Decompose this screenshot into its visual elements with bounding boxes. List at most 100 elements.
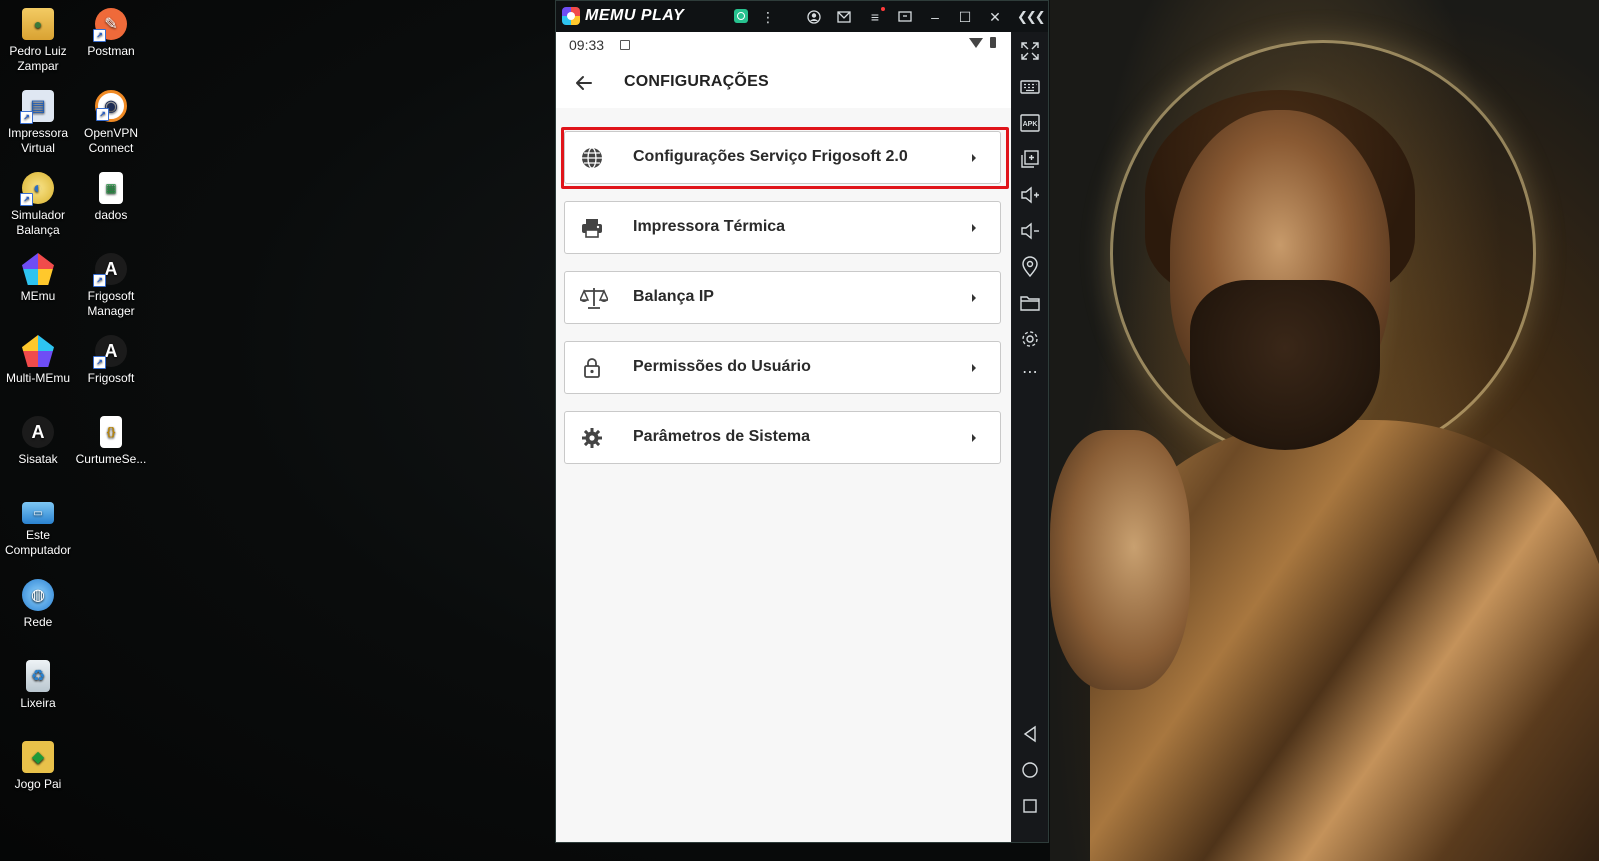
memu-title-bar[interactable]: MEMU PLAY ⋮ ≡ – ☐ ✕ ❮❮❮	[556, 1, 1048, 32]
desktop-icon-label: Lixeira	[20, 696, 56, 710]
desktop-icon-label: MEmu	[20, 289, 56, 303]
python-icon: ◐ ↗	[20, 172, 54, 206]
desktop-icon-label: Connect	[88, 141, 134, 155]
wallpaper-painting	[1050, 0, 1599, 861]
close-icon[interactable]: ✕	[984, 6, 1006, 28]
desktop-icon-lixeira[interactable]: ♻ Lixeira	[0, 660, 76, 711]
volume-down-icon[interactable]	[1018, 219, 1042, 243]
menu-item-permissoes-usuario[interactable]: Permissões do Usuário	[564, 341, 1001, 394]
menu-item-parametros-sistema[interactable]: Parâmetros de Sistema	[564, 411, 1001, 464]
desktop-icon-label: CurtumeSe...	[75, 452, 147, 466]
more-vertical-icon[interactable]: ⋮	[757, 6, 779, 28]
more-horizontal-icon[interactable]: ⋯	[1018, 363, 1042, 387]
recycle-bin-icon: ♻	[26, 660, 50, 692]
desktop-icon-dados[interactable]: ▦ dados	[73, 172, 149, 223]
frigosoft-manager-icon: A ↗	[93, 253, 127, 287]
menu-item-label: Configurações Serviço Frigosoft 2.0	[633, 148, 908, 165]
nav-home-icon[interactable]	[1018, 758, 1042, 782]
frigosoft-icon: A ↗	[93, 335, 127, 369]
spreadsheet-icon: ▦	[99, 172, 123, 204]
volume-up-icon[interactable]	[1018, 183, 1042, 207]
menu-item-impressora-termica[interactable]: Impressora Térmica	[564, 201, 1001, 254]
chevron-right-icon	[972, 364, 976, 372]
desktop-icon-sisatak[interactable]: A Sisatak	[0, 416, 76, 467]
desktop-icon-openvpn[interactable]: ◉ ↗ OpenVPN Connect	[73, 90, 149, 156]
desktop-icon-label: Jogo Pai	[14, 777, 62, 791]
menu-item-label: Permissões do Usuário	[633, 358, 811, 375]
desktop-icon-label: Balança	[16, 223, 60, 237]
desktop-icon-rede[interactable]: ◍ Rede	[0, 579, 76, 630]
desktop-icon-multi-memu[interactable]: Multi-MEmu	[0, 335, 76, 386]
desktop-icon-label: Impressora	[7, 126, 69, 140]
sisatak-icon: A	[22, 416, 54, 448]
desktop-icon-label: OpenVPN	[83, 126, 139, 140]
desktop-icon-label: Sisatak	[18, 452, 58, 466]
postman-icon: ✎ ↗	[93, 8, 127, 42]
menu-item-label: Impressora Térmica	[633, 218, 786, 235]
account-icon[interactable]	[803, 6, 825, 28]
desktop-icon-label: Frigosoft	[87, 289, 135, 303]
lock-icon	[580, 356, 604, 380]
multi-memu-icon	[22, 335, 54, 367]
painting-child	[1050, 430, 1190, 690]
svg-text:APK: APK	[1023, 121, 1038, 128]
page-title: CONFIGURAÇÕES	[624, 73, 769, 90]
desktop-icon-label: Zampar	[17, 59, 59, 73]
desktop-icon-label: Frigosoft	[87, 371, 135, 385]
brazil-folder-icon: ◆	[22, 741, 54, 773]
painting-beard	[1190, 280, 1380, 450]
desktop-icon-memu[interactable]: MEmu	[0, 253, 76, 304]
memu-app-icon	[22, 253, 54, 285]
battery-icon	[990, 37, 996, 48]
desktop-icon-label: Computador	[4, 543, 72, 557]
settings-icon[interactable]	[1018, 327, 1042, 351]
desktop-icon-este-computador[interactable]: ▭ Este Computador	[0, 497, 76, 558]
back-arrow-icon[interactable]	[571, 70, 597, 96]
printer-shortcut-icon: ▤ ↗	[20, 90, 54, 124]
minimize-icon[interactable]: –	[924, 6, 946, 28]
multi-window-icon[interactable]	[1018, 147, 1042, 171]
desktop-icon-simulador-balanca[interactable]: ◐ ↗ Simulador Balança	[0, 172, 76, 238]
menu-item-balanca-ip[interactable]: Balança IP	[564, 271, 1001, 324]
desktop-icon-impressora-virtual[interactable]: ▤ ↗ Impressora Virtual	[0, 90, 76, 156]
android-screen: 09:33 CONFIGURAÇÕES Configurações Serviç…	[556, 32, 1011, 842]
json-file-icon: {}	[100, 416, 122, 448]
collapse-icon[interactable]: ❮❮❮	[1017, 6, 1046, 28]
maximize-icon[interactable]: ☐	[954, 6, 976, 28]
desktop-icon-curtume[interactable]: {} CurtumeSe...	[73, 416, 149, 467]
nav-back-icon[interactable]	[1018, 722, 1042, 746]
scale-icon	[578, 286, 610, 310]
chevron-right-icon	[972, 434, 976, 442]
desktop-icon-frigosoft-manager[interactable]: A ↗ Frigosoft Manager	[73, 253, 149, 319]
screen-icon[interactable]	[894, 6, 916, 28]
fullscreen-icon[interactable]	[1018, 39, 1042, 63]
printer-icon	[580, 216, 604, 240]
desktop-icon-label: Multi-MEmu	[5, 371, 70, 385]
desktop-icon-label: Este	[25, 528, 50, 542]
menu-item-label: Parâmetros de Sistema	[633, 428, 810, 445]
folder-icon[interactable]	[1018, 291, 1042, 315]
chevron-right-icon	[972, 154, 976, 162]
desktop-icon-label: Simulador	[10, 208, 66, 222]
desktop-icon-label: dados	[94, 208, 128, 222]
menu-item-label: Balança IP	[633, 288, 714, 305]
desktop-icon-user-folder[interactable]: ● Pedro Luiz Zampar	[0, 8, 76, 74]
mail-icon[interactable]	[833, 6, 855, 28]
desktop-icon-label: Rede	[23, 615, 53, 629]
desktop-icon-label: Manager	[87, 304, 135, 318]
desktop-icon-postman[interactable]: ✎ ↗ Postman	[73, 8, 149, 59]
desktop-icon-frigosoft[interactable]: A ↗ Frigosoft	[73, 335, 149, 386]
openvpn-icon: ◉ ↗	[95, 90, 127, 122]
memu-window: MEMU PLAY ⋮ ≡ – ☐ ✕ ❮❮❮ 09:33 CONFIGURAÇ…	[555, 0, 1049, 843]
menu-item-servico-frigosoft[interactable]: Configurações Serviço Frigosoft 2.0	[564, 131, 1001, 184]
nav-recents-icon[interactable]	[1018, 794, 1042, 818]
memu-logo-icon	[562, 7, 580, 25]
notification-dot	[881, 7, 885, 11]
memu-assistant-icon[interactable]	[734, 9, 748, 23]
desktop-icon-jogo-pai[interactable]: ◆ Jogo Pai	[0, 741, 76, 792]
chevron-right-icon	[972, 294, 976, 302]
keyboard-icon[interactable]	[1018, 75, 1042, 99]
location-icon[interactable]	[1018, 255, 1042, 279]
desktop-icon-label: Postman	[87, 44, 135, 58]
apk-icon[interactable]: APK	[1018, 111, 1042, 135]
